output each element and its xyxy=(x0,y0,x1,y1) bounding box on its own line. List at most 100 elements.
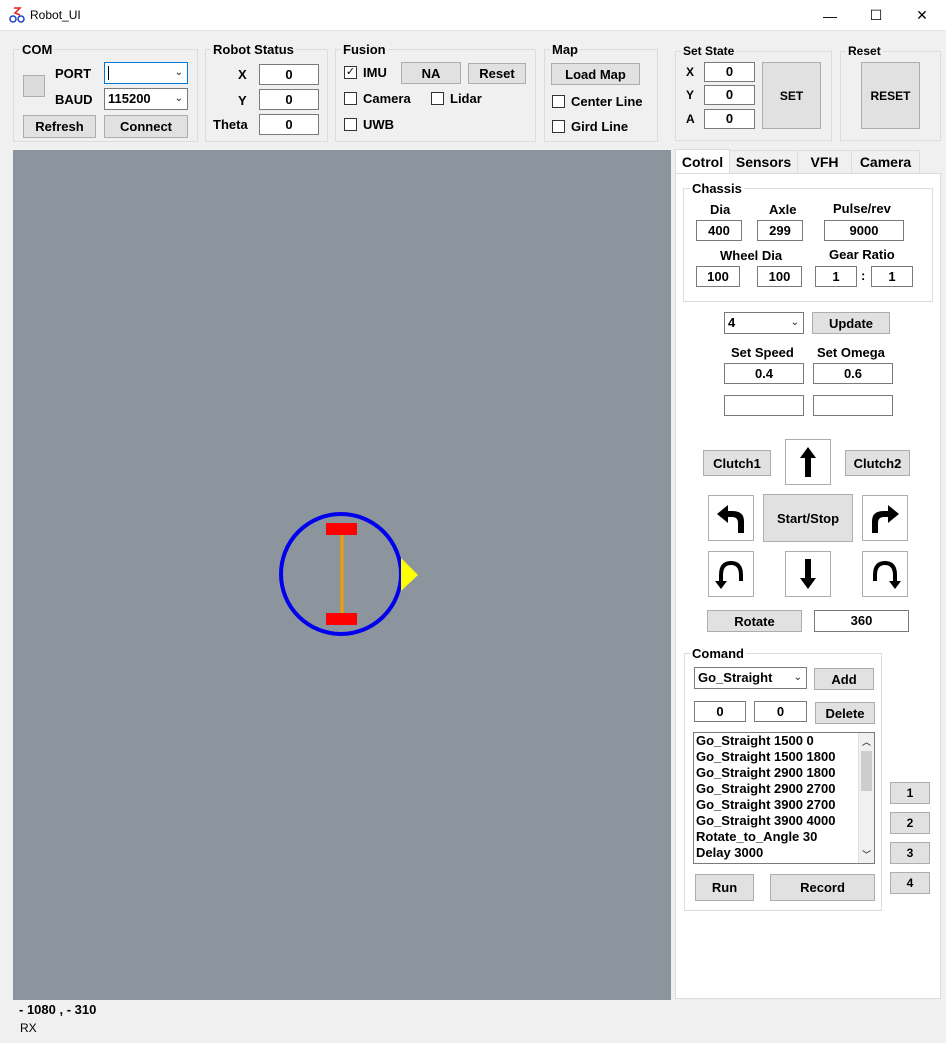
omega-output-field[interactable] xyxy=(813,395,893,416)
center-line-label: Center Line xyxy=(571,94,643,109)
connect-button[interactable]: Connect xyxy=(104,115,188,138)
start-stop-button[interactable]: Start/Stop xyxy=(763,494,853,542)
mode-select[interactable]: 4 ⌄ xyxy=(724,312,804,334)
tab-control[interactable]: Cotrol xyxy=(675,149,730,174)
gear-ratio-field-2[interactable]: 1 xyxy=(871,266,913,287)
center-line-checkbox[interactable] xyxy=(552,95,565,108)
command-list[interactable]: Go_Straight 1500 0 Go_Straight 1500 1800… xyxy=(693,732,875,864)
rotate-left-button[interactable] xyxy=(708,551,754,597)
curved-arrow-right-icon xyxy=(872,505,899,533)
list-item[interactable]: Go_Straight 2900 2700 xyxy=(694,781,874,797)
dia-field[interactable]: 400 xyxy=(696,220,742,241)
baud-select[interactable]: 115200 ⌄ xyxy=(104,88,188,110)
baud-label: BAUD xyxy=(55,92,93,107)
command-param1-field[interactable]: 0 xyxy=(694,701,746,722)
clutch1-button[interactable]: Clutch1 xyxy=(703,450,771,476)
tab-camera[interactable]: Camera xyxy=(851,150,920,174)
clutch2-button[interactable]: Clutch2 xyxy=(845,450,910,476)
list-item[interactable]: Go_Straight 1500 1800 xyxy=(694,749,874,765)
reset-button[interactable]: RESET xyxy=(861,62,920,129)
pulse-label: Pulse/rev xyxy=(833,201,891,216)
na-button[interactable]: NA xyxy=(401,62,461,84)
omega-field[interactable]: 0.6 xyxy=(813,363,893,384)
run-button[interactable]: Run xyxy=(695,874,754,901)
wheel-dia-field-2[interactable]: 100 xyxy=(757,266,802,287)
robot-status-label: Robot Status xyxy=(211,42,296,57)
chevron-up-icon[interactable]: ︿ xyxy=(862,735,871,748)
fusion-label: Fusion xyxy=(341,42,388,57)
left-wheel xyxy=(326,523,357,535)
status-theta-label: Theta xyxy=(213,117,248,132)
list-item[interactable]: Go_Straight 3900 4000 xyxy=(694,813,874,829)
fusion-reset-button[interactable]: Reset xyxy=(468,63,526,84)
rotate-angle-field[interactable]: 360 xyxy=(814,610,909,632)
uwb-checkbox[interactable] xyxy=(344,118,357,131)
imu-checkbox[interactable]: ✓ xyxy=(344,66,357,79)
maximize-button[interactable]: ☐ xyxy=(853,0,899,31)
minimize-button[interactable]: — xyxy=(807,0,853,31)
grid-line-label: Gird Line xyxy=(571,119,629,134)
load-map-button[interactable]: Load Map xyxy=(551,63,640,85)
port-select[interactable]: ⌄ xyxy=(104,62,188,84)
text-caret xyxy=(108,66,109,80)
arrow-down-icon xyxy=(800,559,816,589)
set-a-field[interactable]: 0 xyxy=(704,109,755,129)
scrollbar-thumb[interactable] xyxy=(861,751,872,791)
speed-output-field[interactable] xyxy=(724,395,804,416)
rx-status: RX xyxy=(20,1021,37,1035)
axle-field[interactable]: 299 xyxy=(757,220,803,241)
list-item[interactable]: Delay 3000 xyxy=(694,845,874,861)
update-button[interactable]: Update xyxy=(812,312,890,334)
pulse-field[interactable]: 9000 xyxy=(824,220,904,241)
list-item[interactable]: Rotate_to_Angle 30 xyxy=(694,829,874,845)
rotate-right-button[interactable] xyxy=(862,551,908,597)
gear-ratio-field-1[interactable]: 1 xyxy=(815,266,857,287)
grid-line-checkbox[interactable] xyxy=(552,120,565,133)
status-y-field[interactable]: 0 xyxy=(259,89,319,110)
chevron-down-icon: ⌄ xyxy=(793,672,802,683)
rotate-cw-icon xyxy=(873,560,901,589)
preset-button-3[interactable]: 3 xyxy=(890,842,930,864)
set-x-field[interactable]: 0 xyxy=(704,62,755,82)
curved-arrow-left-icon xyxy=(717,505,744,533)
backward-button[interactable] xyxy=(785,551,831,597)
set-button[interactable]: SET xyxy=(762,62,821,129)
rotate-button[interactable]: Rotate xyxy=(707,610,802,632)
add-command-button[interactable]: Add xyxy=(814,668,874,690)
record-button[interactable]: Record xyxy=(770,874,875,901)
chevron-down-icon[interactable]: ﹀ xyxy=(862,848,871,861)
lidar-checkbox[interactable] xyxy=(431,92,444,105)
wheel-dia-label: Wheel Dia xyxy=(720,248,783,263)
list-scrollbar[interactable]: ︿ ﹀ xyxy=(858,733,874,863)
turn-left-button[interactable] xyxy=(708,495,754,541)
close-button[interactable]: ✕ xyxy=(899,0,945,31)
title-bar: Robot_UI — ☐ ✕ xyxy=(0,0,946,31)
list-item[interactable]: Go_Straight 1500 0 xyxy=(694,733,874,749)
list-item[interactable]: Go_Straight 2900 1800 xyxy=(694,765,874,781)
speed-field[interactable]: 0.4 xyxy=(724,363,804,384)
map-canvas[interactable] xyxy=(13,150,671,1000)
wheel-dia-field-1[interactable]: 100 xyxy=(696,266,740,287)
status-x-field[interactable]: 0 xyxy=(259,64,319,85)
preset-button-1[interactable]: 1 xyxy=(890,782,930,804)
reset-group-label: Reset xyxy=(846,44,883,58)
lidar-label: Lidar xyxy=(450,91,482,106)
forward-button[interactable] xyxy=(785,439,831,485)
status-theta-field[interactable]: 0 xyxy=(259,114,319,135)
refresh-button[interactable]: Refresh xyxy=(23,115,96,138)
command-select[interactable]: Go_Straight ⌄ xyxy=(694,667,807,689)
tab-vfh[interactable]: VFH xyxy=(797,150,852,174)
arrow-up-icon xyxy=(800,447,816,477)
set-y-field[interactable]: 0 xyxy=(704,85,755,105)
camera-checkbox[interactable] xyxy=(344,92,357,105)
uwb-label: UWB xyxy=(363,117,395,132)
camera-label: Camera xyxy=(363,91,411,106)
delete-command-button[interactable]: Delete xyxy=(815,702,875,724)
tab-sensors[interactable]: Sensors xyxy=(729,150,798,174)
preset-button-2[interactable]: 2 xyxy=(890,812,930,834)
preset-button-4[interactable]: 4 xyxy=(890,872,930,894)
right-wheel xyxy=(326,613,357,625)
turn-right-button[interactable] xyxy=(862,495,908,541)
command-param2-field[interactable]: 0 xyxy=(754,701,807,722)
list-item[interactable]: Go_Straight 3900 2700 xyxy=(694,797,874,813)
